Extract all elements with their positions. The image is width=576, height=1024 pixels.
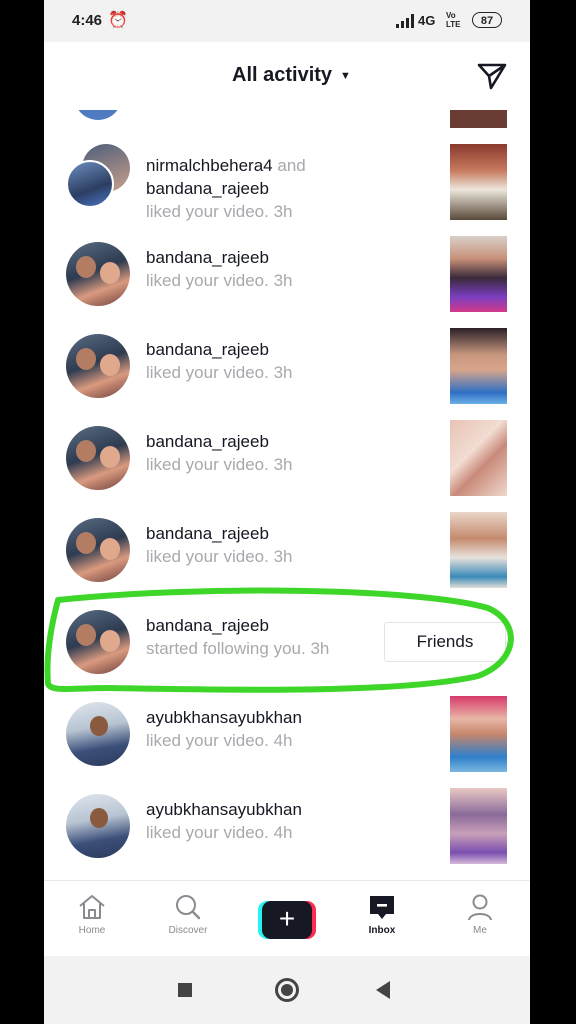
bottom-tab-bar: Home Discover + Inbox Me xyxy=(44,880,530,957)
video-thumbnail[interactable] xyxy=(450,236,507,312)
activity-list[interactable]: nirmalchbehera4 and bandana_rajeeb liked… xyxy=(44,110,530,880)
tab-label: Discover xyxy=(168,925,208,936)
friends-button[interactable]: Friends xyxy=(384,622,506,662)
battery-icon: 87 xyxy=(472,12,502,28)
list-item[interactable]: nirmalchbehera4 and bandana_rajeeb liked… xyxy=(44,140,530,232)
timestamp: 4h xyxy=(273,823,293,842)
back-button[interactable] xyxy=(376,981,390,999)
status-time: 4:46 xyxy=(72,12,103,29)
action-text: liked your video. xyxy=(146,455,269,474)
video-thumbnail[interactable] xyxy=(450,144,507,220)
timestamp: 3h xyxy=(273,547,293,566)
network-type: 4G xyxy=(418,13,436,28)
avatar[interactable] xyxy=(66,610,130,674)
system-nav-bar xyxy=(44,956,530,1024)
timestamp: 3h xyxy=(273,455,293,474)
action-text: liked your video. xyxy=(146,271,269,290)
list-item[interactable]: bandana_rajeeb liked your video. 3h xyxy=(44,508,530,600)
timestamp: 3h xyxy=(273,363,293,382)
tab-label: Home xyxy=(78,925,106,936)
create-video-button[interactable]: + xyxy=(258,901,316,939)
tab-discover[interactable]: Discover xyxy=(148,893,228,936)
action-text: liked your video. xyxy=(146,202,269,221)
list-item[interactable]: ayubkhansayubkhan liked your video. 4h xyxy=(44,784,530,876)
list-item[interactable]: bandana_rajeeb liked your video. 3h xyxy=(44,416,530,508)
video-thumbnail[interactable] xyxy=(450,696,507,772)
page-title: All activity xyxy=(232,64,333,86)
username[interactable]: bandana_rajeeb xyxy=(146,179,269,198)
activity-filter-dropdown[interactable]: All activity ▼ xyxy=(232,64,351,87)
timestamp: 3h xyxy=(310,639,330,658)
tab-home[interactable]: Home xyxy=(52,893,132,936)
avatar[interactable] xyxy=(66,242,130,306)
joiner-text: and xyxy=(272,156,306,175)
search-icon xyxy=(176,895,201,920)
username[interactable]: ayubkhansayubkhan xyxy=(146,708,302,727)
avatar[interactable] xyxy=(66,334,130,398)
volte-indicator: Vo LTE xyxy=(446,11,461,29)
avatar[interactable] xyxy=(66,426,130,490)
video-thumbnail[interactable] xyxy=(450,420,507,496)
username[interactable]: bandana_rajeeb xyxy=(146,340,269,359)
username[interactable]: bandana_rajeeb xyxy=(146,616,269,635)
video-thumbnail[interactable] xyxy=(450,328,507,404)
notification-text: ayubkhansayubkhan liked your video. 4h xyxy=(146,706,436,752)
timestamp: 3h xyxy=(273,271,293,290)
tab-label: Inbox xyxy=(368,925,396,936)
home-icon xyxy=(79,895,105,919)
avatar[interactable] xyxy=(74,110,122,120)
list-item[interactable]: bandana_rajeeb liked your video. 3h xyxy=(44,232,530,324)
signal-icon xyxy=(396,14,414,28)
inbox-icon xyxy=(370,896,394,919)
timestamp: 4h xyxy=(273,731,293,750)
action-text: liked your video. xyxy=(146,547,269,566)
video-thumbnail[interactable] xyxy=(450,512,507,588)
notification-text: nirmalchbehera4 and bandana_rajeeb liked… xyxy=(146,154,436,223)
alarm-icon: ⏰ xyxy=(108,12,128,29)
username[interactable]: ayubkhansayubkhan xyxy=(146,800,302,819)
status-bar: 4:46 ⏰ 4G Vo LTE 87 xyxy=(44,0,530,42)
direct-message-icon[interactable] xyxy=(476,60,508,92)
action-text: started following you. xyxy=(146,639,306,658)
list-item[interactable]: bandana_rajeeb started following you. 3h… xyxy=(44,600,530,692)
video-thumbnail[interactable] xyxy=(450,788,507,864)
avatar[interactable] xyxy=(66,794,130,858)
list-item[interactable]: bandana_rajeeb liked your video. 3h xyxy=(44,324,530,416)
username[interactable]: bandana_rajeeb xyxy=(146,248,269,267)
username[interactable]: bandana_rajeeb xyxy=(146,524,269,543)
username[interactable]: nirmalchbehera4 xyxy=(146,156,273,175)
notification-text: bandana_rajeeb liked your video. 3h xyxy=(146,246,436,292)
action-text: liked your video. xyxy=(146,823,269,842)
tab-inbox[interactable]: Inbox xyxy=(342,893,422,936)
phone-screen: 4:46 ⏰ 4G Vo LTE 87 All activity ▼ nirma… xyxy=(44,0,530,1024)
notification-text: bandana_rajeeb liked your video. 3h xyxy=(146,338,436,384)
list-item[interactable]: ayubkhansayubkhan liked your video. 4h xyxy=(44,692,530,784)
caret-down-icon: ▼ xyxy=(340,69,351,82)
avatar xyxy=(66,160,114,208)
avatar[interactable] xyxy=(66,702,130,766)
action-text: liked your video. xyxy=(146,363,269,382)
timestamp: 3h xyxy=(273,202,293,221)
person-icon xyxy=(468,894,492,921)
avatar-group[interactable] xyxy=(66,144,132,210)
notification-text: bandana_rajeeb liked your video. 3h xyxy=(146,522,436,568)
tab-me[interactable]: Me xyxy=(440,893,520,936)
notification-text: ayubkhansayubkhan liked your video. 4h xyxy=(146,798,436,844)
notification-text: bandana_rajeeb liked your video. 3h xyxy=(146,430,436,476)
video-thumbnail[interactable] xyxy=(450,110,507,128)
avatar[interactable] xyxy=(66,518,130,582)
recent-apps-button[interactable] xyxy=(178,983,192,997)
username[interactable]: bandana_rajeeb xyxy=(146,432,269,451)
plus-icon: + xyxy=(262,901,312,939)
tab-label: Me xyxy=(473,925,487,936)
action-text: liked your video. xyxy=(146,731,269,750)
inbox-header: All activity ▼ xyxy=(44,42,530,110)
home-button[interactable] xyxy=(275,978,299,1002)
